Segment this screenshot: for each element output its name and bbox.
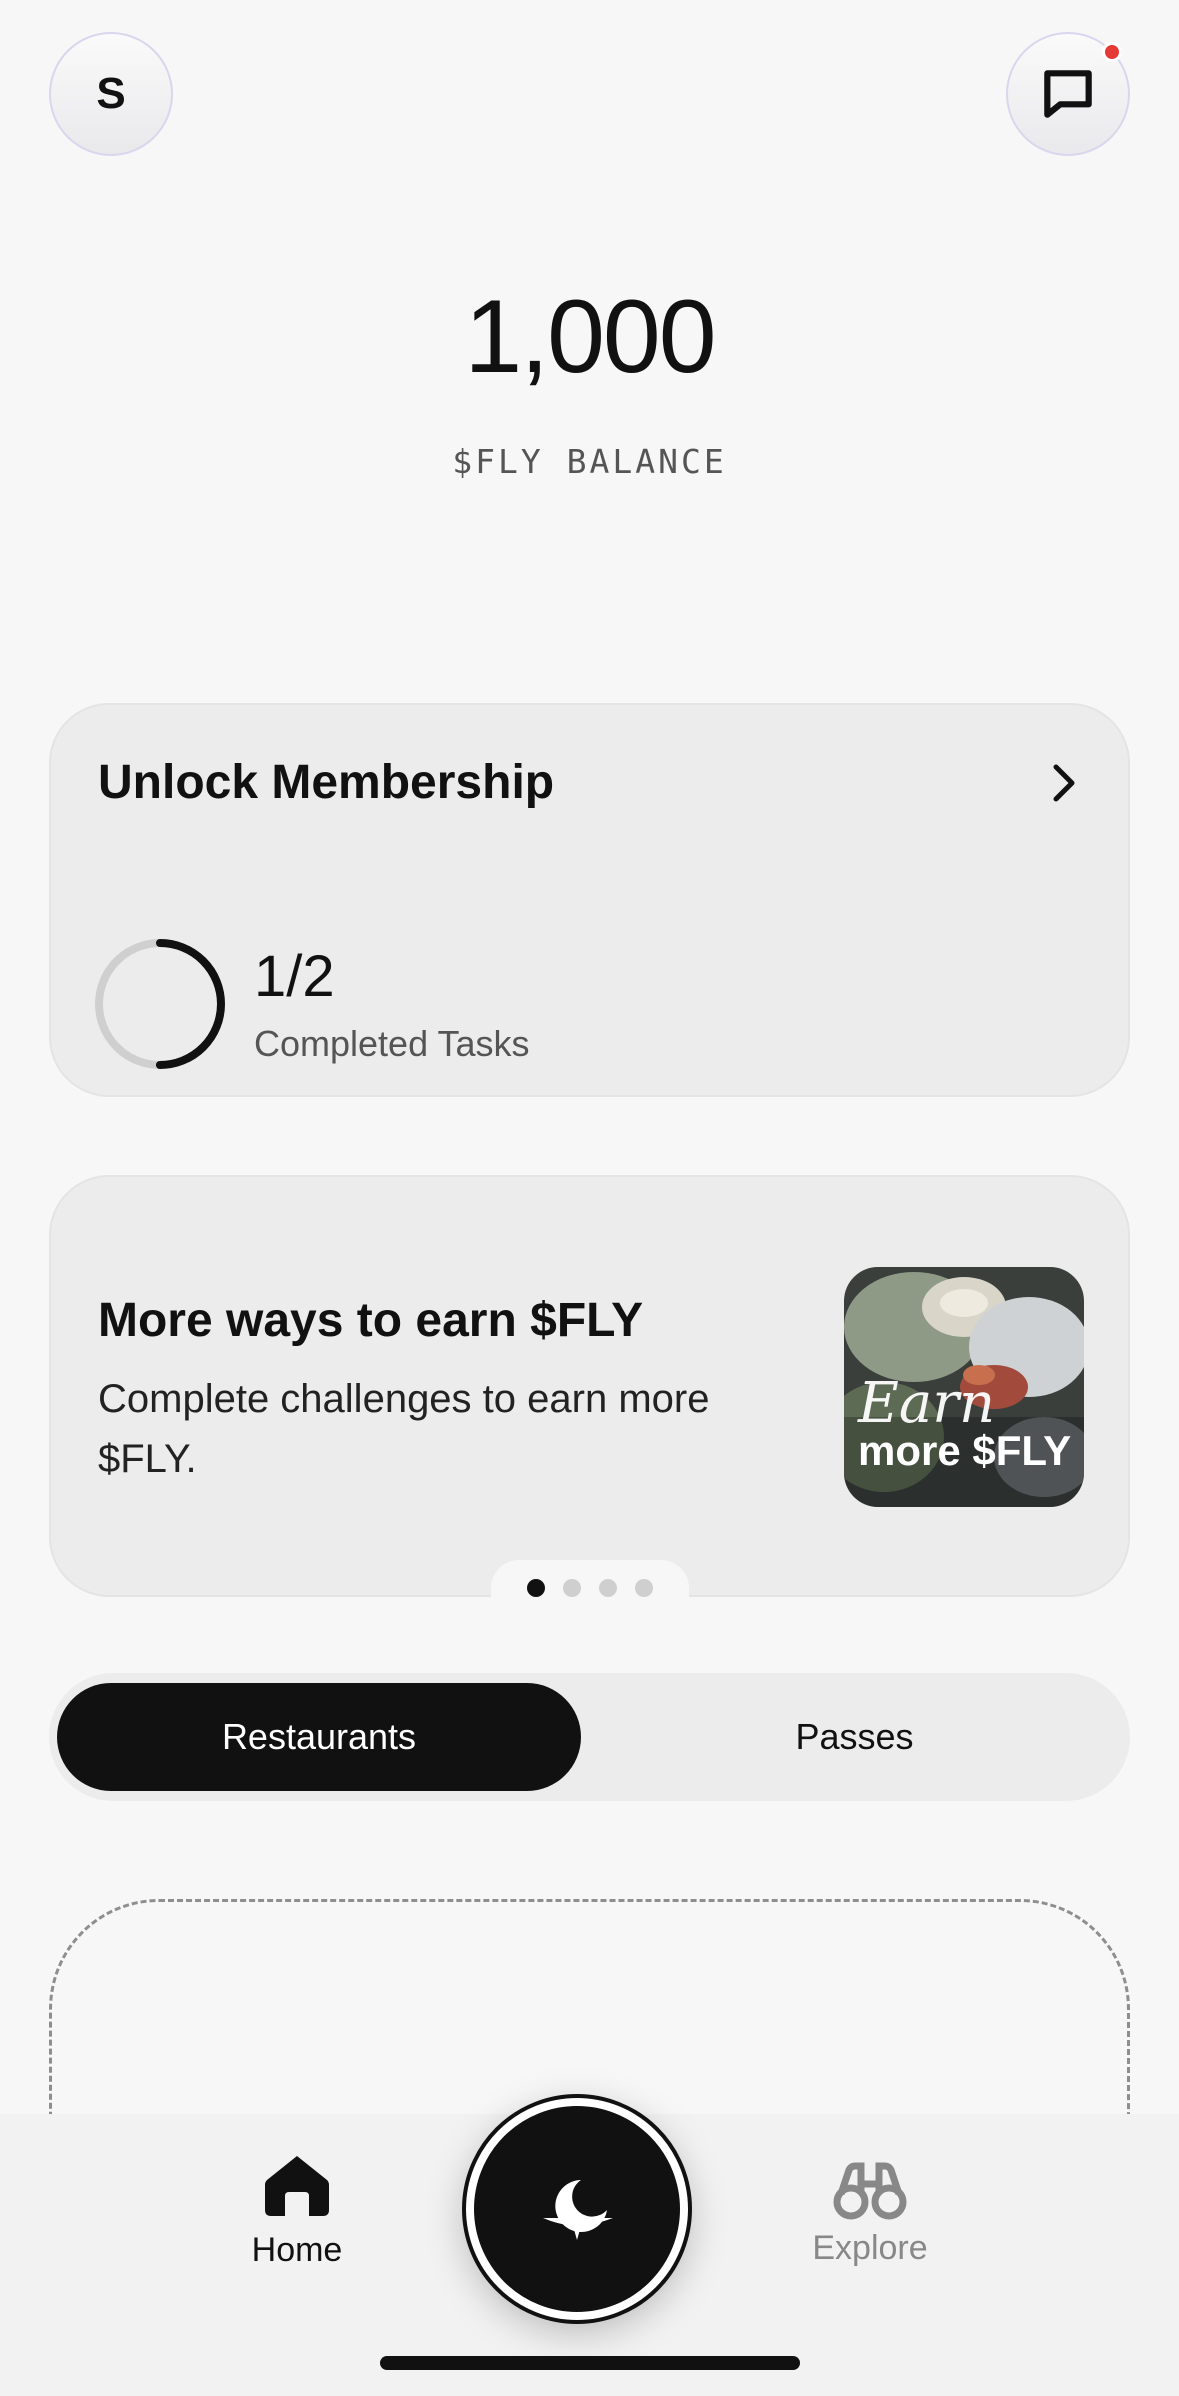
nav-explore[interactable]: Explore bbox=[800, 2162, 940, 2268]
progress-label: Completed Tasks bbox=[254, 1023, 530, 1064]
flyer-logo-icon bbox=[543, 2180, 613, 2240]
pager-dot[interactable] bbox=[599, 1579, 617, 1597]
nav-home-label: Home bbox=[251, 2231, 343, 2269]
home-screen: S 1,000 $FLY BALANCE Unlock Membership 1… bbox=[0, 0, 1179, 2396]
messages-button[interactable] bbox=[1006, 32, 1130, 156]
nav-home[interactable]: Home bbox=[245, 2154, 349, 2270]
center-action-button[interactable] bbox=[462, 2094, 692, 2324]
progress-ring bbox=[95, 939, 225, 1069]
pager-dot[interactable] bbox=[563, 1579, 581, 1597]
unlock-membership-card[interactable]: Unlock Membership 1/2 Completed Tasks bbox=[49, 703, 1130, 1097]
earn-subtitle: Complete challenges to earn more $FLY. bbox=[98, 1377, 710, 1481]
home-indicator bbox=[380, 2356, 800, 2370]
chevron-right-icon bbox=[1053, 764, 1075, 802]
progress-count: 1/2 bbox=[254, 944, 335, 1009]
segmented-control: Restaurants Passes bbox=[49, 1673, 1130, 1801]
earn-title: More ways to earn $FLY bbox=[98, 1294, 644, 1347]
tab-restaurants[interactable]: Restaurants bbox=[57, 1683, 581, 1791]
binoculars-icon bbox=[833, 2162, 907, 2220]
earn-fly-card[interactable]: More ways to earn $FLY Complete challeng… bbox=[49, 1175, 1130, 1597]
notification-dot bbox=[1102, 42, 1122, 62]
avatar-initial: S bbox=[96, 69, 126, 118]
pager-dot[interactable] bbox=[527, 1579, 545, 1597]
nav-explore-label: Explore bbox=[812, 2229, 928, 2267]
membership-title: Unlock Membership bbox=[98, 756, 555, 809]
pager-dot[interactable] bbox=[635, 1579, 653, 1597]
tab-passes[interactable]: Passes bbox=[587, 1683, 1122, 1791]
earn-thumbnail: Earn more $FLY bbox=[844, 1267, 1084, 1507]
message-square-icon bbox=[1044, 70, 1092, 118]
thumbnail-bold-text: more $FLY bbox=[858, 1427, 1072, 1474]
balance-label: $FLY BALANCE bbox=[452, 442, 727, 481]
avatar[interactable]: S bbox=[49, 32, 173, 156]
balance-value: 1,000 bbox=[464, 279, 716, 395]
carousel-pager[interactable] bbox=[491, 1560, 689, 1616]
home-icon bbox=[265, 2156, 329, 2216]
